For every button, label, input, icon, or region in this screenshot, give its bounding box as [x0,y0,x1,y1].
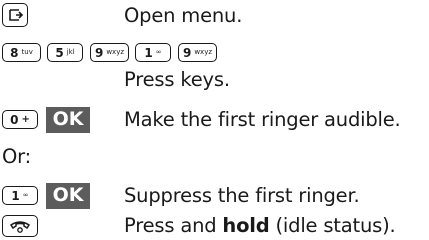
key-5: 5 jkl [47,43,83,62]
press-keys-text: Press keys. [124,68,230,91]
or-text: Or: [2,145,31,168]
ok-softkey: OK [46,107,90,133]
ringer-audible-text: Make the first ringer audible. [124,108,401,131]
key-1: 1 ∞ [2,186,38,205]
key-1: 1 ∞ [135,43,171,62]
press-hold-text: Press and hold (idle status). [124,214,396,237]
end-call-icon [2,215,38,237]
handset-icon [9,221,31,233]
suppress-ringer-text: Suppress the first ringer. [124,184,360,207]
open-menu-text: Open menu. [124,4,243,27]
menu-softkey-icon [2,3,28,27]
ok-softkey: OK [46,183,90,209]
key-8: 8 tuv [2,43,41,62]
menu-arrow-icon [9,9,24,21]
key-0: 0 + [2,110,38,129]
key-9: 9 wxyz [90,43,129,62]
key-9: 9 wxyz [178,43,217,62]
